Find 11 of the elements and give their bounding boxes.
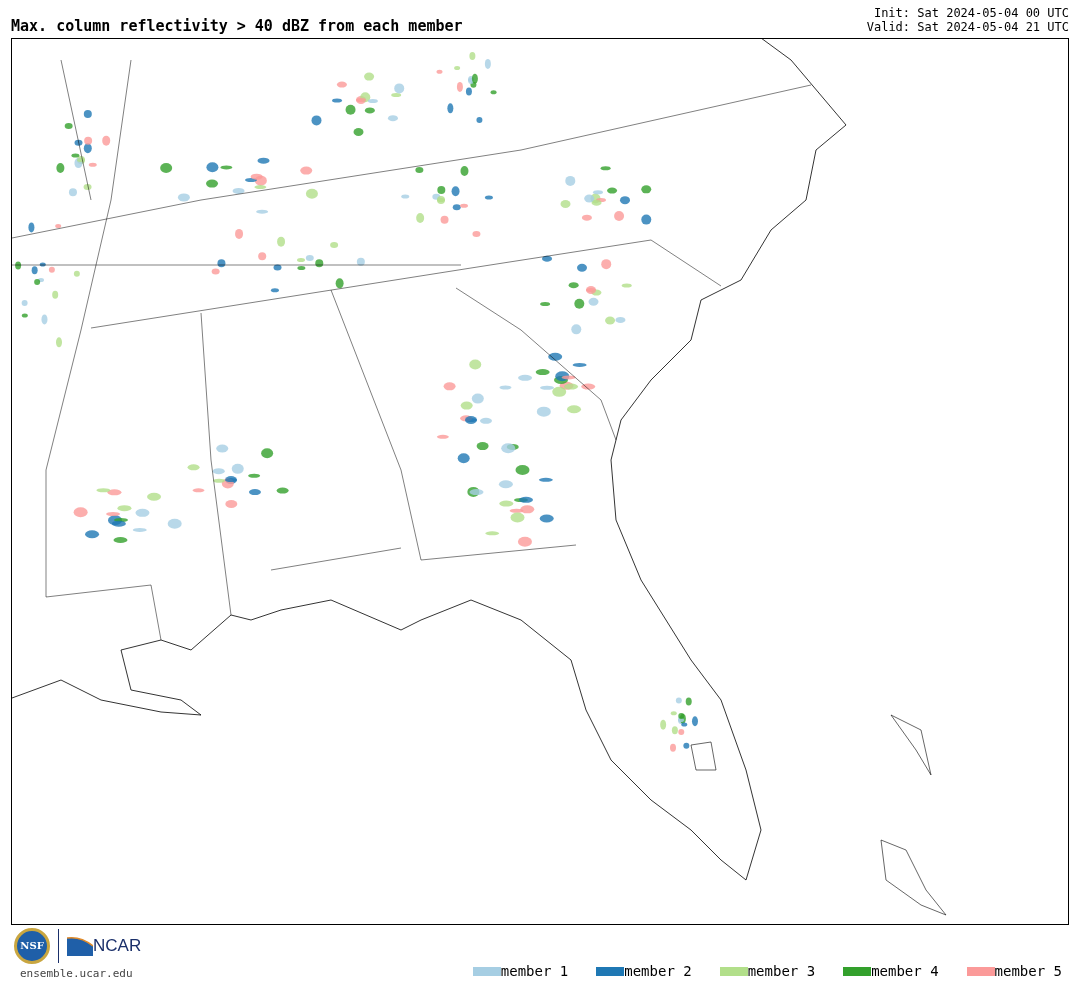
- chart-title: Max. column reflectivity > 40 dBZ from each member: [11, 19, 463, 34]
- init-time: Init: Sat 2024-05-04 00 UTC: [873, 6, 1069, 20]
- ncar-logo: NCAR: [67, 935, 142, 956]
- valid-time: Valid: Sat 2024-05-04 21 UTC: [866, 20, 1069, 34]
- legend-label: member 3: [747, 964, 816, 978]
- nsf-seal-logo: NSF: [14, 927, 50, 964]
- legend-label: member 1: [500, 964, 569, 978]
- site-url: ensemble.ucar.edu: [19, 965, 133, 982]
- legend-label: member 5: [994, 964, 1062, 978]
- legend-label: member 2: [624, 964, 692, 978]
- legend-label: member 4: [871, 964, 939, 978]
